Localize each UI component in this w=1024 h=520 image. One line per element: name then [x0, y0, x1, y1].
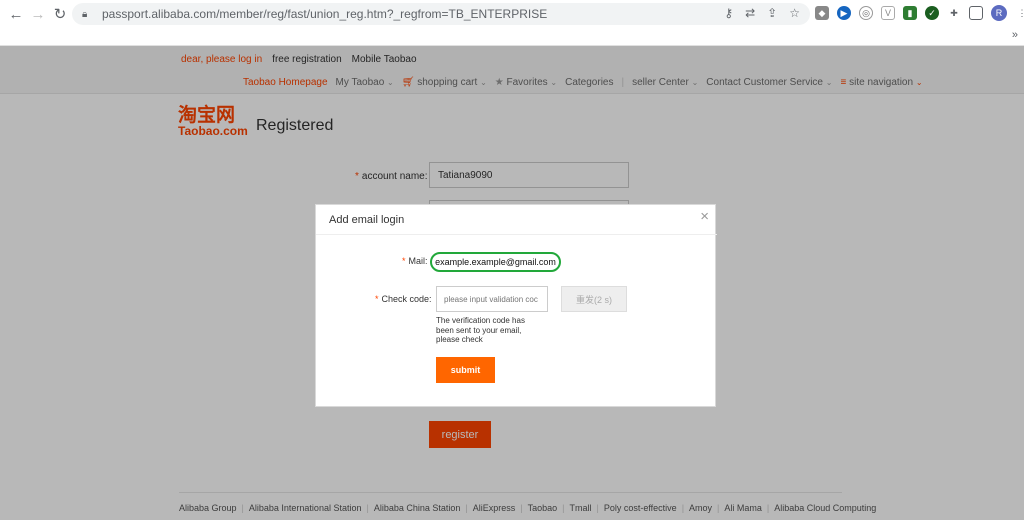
- submit-button[interactable]: submit: [436, 357, 495, 383]
- shield-extension-icon[interactable]: ◆: [815, 6, 829, 20]
- check-code-label: * Check code:: [375, 294, 432, 304]
- bookmarks-overflow-icon[interactable]: »: [1012, 29, 1018, 41]
- back-arrow-icon[interactable]: ←: [5, 3, 27, 25]
- key-icon[interactable]: ⚷: [724, 6, 733, 20]
- modal-divider: [316, 234, 717, 235]
- mail-value: example.example@gmail.com: [430, 252, 561, 272]
- verification-sent-note: The verification code has been sent to y…: [436, 316, 525, 344]
- browser-toolbar: ← → ↻ 🔒︎ passport.alibaba.com/member/reg…: [0, 0, 1024, 28]
- bookmark-star-icon[interactable]: ☆: [789, 6, 800, 20]
- forward-arrow-icon[interactable]: →: [27, 3, 49, 25]
- modal-title: Add email login: [329, 214, 405, 226]
- share-icon[interactable]: ⇪: [767, 6, 777, 20]
- profile-avatar[interactable]: R: [991, 5, 1007, 21]
- add-email-modal: Add email login × * Mail: example.example…: [315, 204, 717, 407]
- puzzle-icon[interactable]: ✚: [947, 6, 961, 20]
- reload-icon[interactable]: ↻: [49, 3, 71, 25]
- address-bar[interactable]: 🔒︎ passport.alibaba.com/member/reg/fast/…: [72, 3, 810, 25]
- green-square-extension-icon[interactable]: ▮: [903, 6, 917, 20]
- menu-dots-icon[interactable]: ⋮: [1015, 6, 1024, 20]
- blue-extension-icon[interactable]: ▶: [837, 6, 851, 20]
- mail-label: * Mail:: [402, 256, 428, 266]
- translate-icon[interactable]: ⇄: [745, 6, 755, 20]
- bookmarks-bar: »: [0, 28, 1024, 46]
- resend-button[interactable]: 重发(2 s): [561, 286, 627, 312]
- sidepanel-icon[interactable]: [969, 6, 983, 20]
- close-icon[interactable]: ×: [700, 209, 709, 224]
- check-code-input[interactable]: [436, 286, 548, 312]
- globe-extension-icon[interactable]: ◎: [859, 6, 873, 20]
- check-extension-icon[interactable]: ✓: [925, 6, 939, 20]
- lock-icon[interactable]: 🔒︎: [82, 8, 94, 20]
- shield-outline-extension-icon[interactable]: V: [881, 6, 895, 20]
- url-text[interactable]: passport.alibaba.com/member/reg/fast/uni…: [102, 7, 547, 21]
